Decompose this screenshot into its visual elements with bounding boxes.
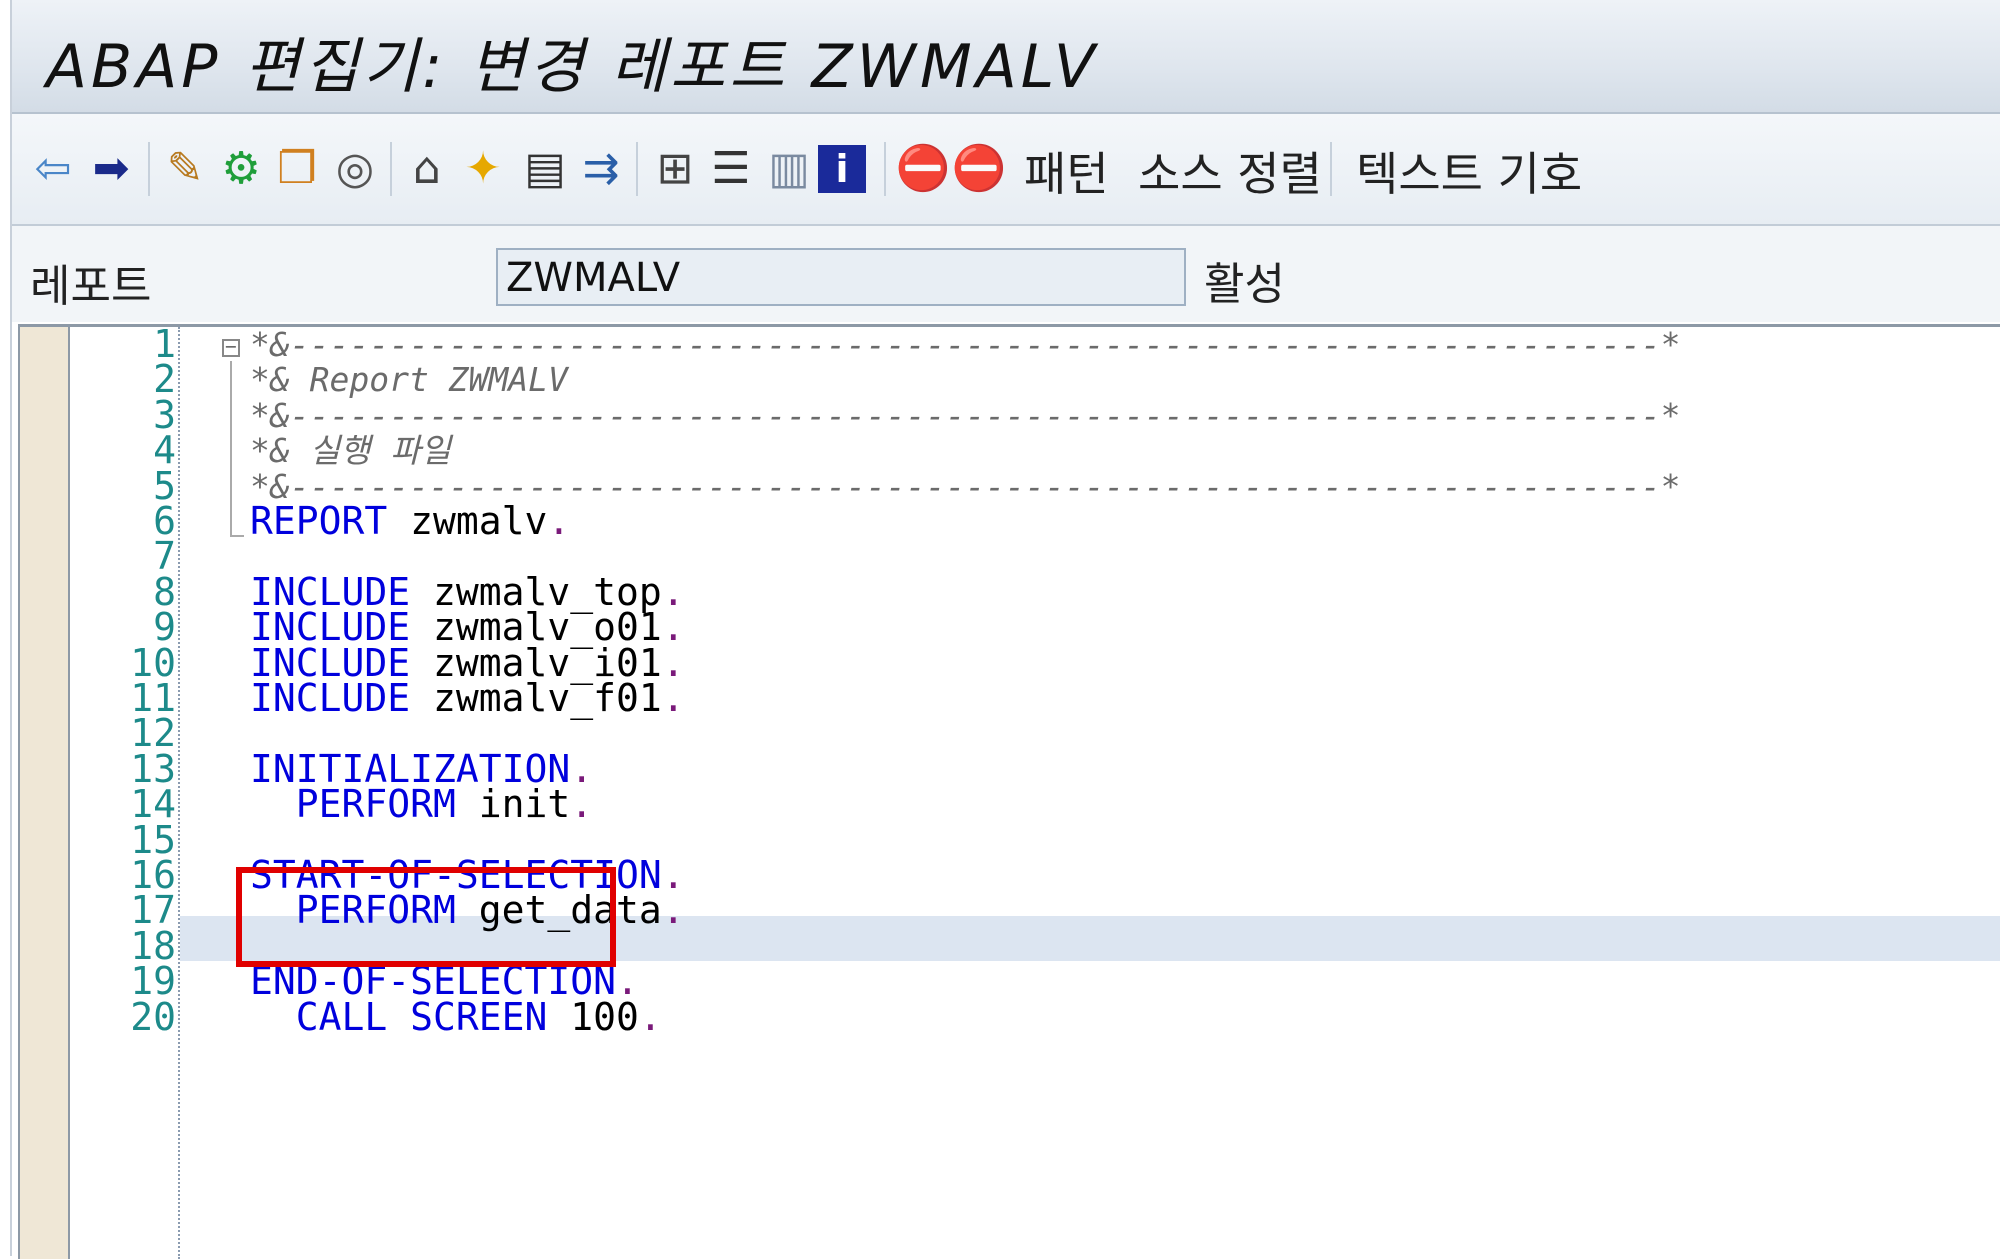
breakpoint-icon[interactable]: ⛔ (896, 142, 951, 196)
abap-keyword: REPORT (250, 499, 388, 543)
code-line[interactable]: 2 *& Report ZWMALV (20, 360, 2000, 400)
code-text: *& Report ZWMALV (250, 360, 568, 400)
code-line[interactable]: 20 CALL SCREEN 100. (20, 994, 2000, 1039)
code-text: *&--------------------------------------… (250, 325, 1681, 364)
tree-icon[interactable]: ⊞ (648, 142, 702, 196)
code-line[interactable]: 6 REPORT zwmalv. (20, 502, 2000, 540)
session-breakpoint-icon[interactable]: ⛔ (952, 142, 1007, 196)
report-field-row: 레포트 ZWMALV 활성 (12, 226, 2000, 322)
hierarchy-icon[interactable]: ⌂ (400, 142, 454, 196)
highlight-annotation-box (236, 867, 616, 967)
code-identifier: zwmalv_f01 (410, 676, 662, 720)
display-icon[interactable]: ▤ (518, 142, 572, 196)
statement-period: . (570, 782, 594, 827)
line-number: 20 (130, 994, 176, 1039)
title-bar: ABAP 편집기: 변경 레포트 ZWMALV (12, 0, 2000, 114)
application-toolbar: ⇦ ➡ ✎ ⚙ ❐ ◎ ⌂ ✦ ▤ ⇉ ⊞ ☰ ▥ i ⛔ ⛔ 패턴 소스 정렬… (12, 114, 2000, 226)
report-name-field[interactable]: ZWMALV (496, 248, 1186, 306)
stack-icon[interactable]: ☰ (704, 142, 758, 196)
toolbar-separator (1330, 142, 1332, 196)
code-text: *&--------------------------------------… (250, 395, 1681, 435)
code-identifier: 100 (547, 994, 639, 1039)
text-symbols-button[interactable]: 텍스트 기호 (1356, 138, 1582, 204)
code-identifier: zwmalv (387, 499, 548, 543)
back-arrow-icon[interactable]: ⇦ (26, 142, 80, 196)
abap-editor-window: ABAP 편집기: 변경 레포트 ZWMALV ⇦ ➡ ✎ ⚙ ❐ ◎ ⌂ ✦ … (10, 0, 2000, 1259)
code-identifier: init (455, 782, 571, 827)
code-text: PERFORM init. (250, 785, 593, 823)
abap-keyword: CALL SCREEN (250, 994, 548, 1039)
forward-arrow-icon[interactable]: ➡ (84, 142, 138, 196)
code-text: *& 실행 파일 (250, 431, 451, 471)
toolbar-separator (390, 142, 392, 196)
report-label: 레포트 (30, 261, 152, 312)
window-title: ABAP 편집기: 변경 레포트 ZWMALV (46, 32, 1099, 102)
statement-period: . (547, 499, 571, 543)
code-line[interactable]: 14 PERFORM init. (20, 785, 2000, 823)
statement-period: . (661, 888, 685, 933)
edit-pencil-icon[interactable]: ✎ (158, 142, 212, 196)
navigate-icon[interactable]: ⇉ (574, 142, 628, 196)
toolbar-separator (636, 142, 638, 196)
toolbar-separator (148, 142, 150, 196)
toolbar-separator (884, 142, 886, 196)
code-line[interactable]: 1 *&-------------------------------------… (20, 325, 2000, 364)
activate-icon[interactable]: ✦ (456, 142, 510, 196)
list-icon[interactable]: ▥ (762, 142, 816, 196)
statement-period: . (638, 994, 662, 1039)
code-editor[interactable]: − 1 *&-----------------------------------… (18, 324, 2000, 1259)
switch-icon[interactable]: ⚙ (214, 142, 268, 196)
pretty-print-button[interactable]: 소스 정렬 (1138, 138, 1322, 204)
report-status: 활성 (1204, 259, 1285, 310)
statement-period: . (661, 676, 685, 720)
code-text: REPORT zwmalv. (250, 502, 570, 540)
abap-keyword: INCLUDE (250, 676, 411, 720)
spiral-icon[interactable]: ◎ (328, 142, 382, 196)
code-text: CALL SCREEN 100. (250, 998, 662, 1036)
code-line[interactable]: 11 INCLUDE zwmalv_f01. (20, 679, 2000, 717)
info-icon[interactable]: i (818, 145, 866, 193)
code-line[interactable]: 3 *&-------------------------------------… (20, 395, 2000, 435)
abap-keyword: PERFORM (250, 782, 456, 827)
code-text: INCLUDE zwmalv_f01. (250, 679, 685, 717)
object-list-icon[interactable]: ❐ (270, 142, 324, 196)
code-line[interactable]: 4 *& 실행 파일 (20, 431, 2000, 471)
pattern-button[interactable]: 패턴 (1024, 138, 1109, 204)
